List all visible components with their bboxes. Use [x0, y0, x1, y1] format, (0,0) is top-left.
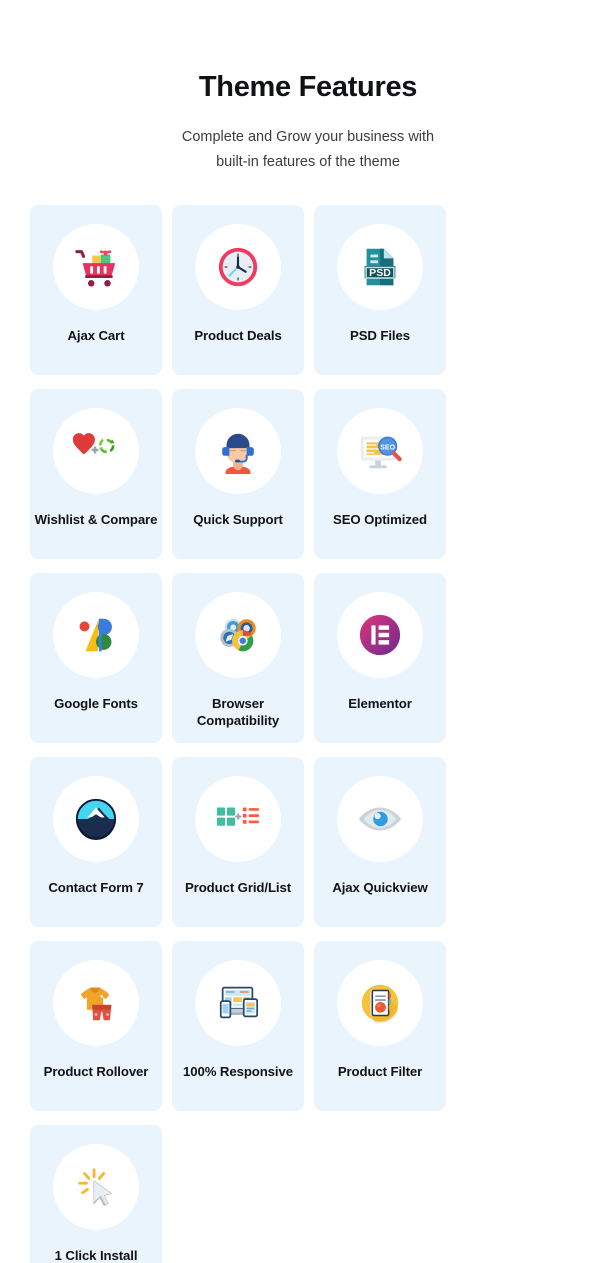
feature-card[interactable]: Wishlist & Compare — [30, 388, 162, 559]
contact-form-7-mountain-icon — [75, 798, 117, 840]
eye-icon — [358, 807, 402, 831]
feature-icon-circle: SEO — [337, 407, 423, 494]
feature-label: Ajax Quickview — [332, 879, 428, 895]
page-subtitle-line-2: built-in features of the theme — [216, 153, 400, 170]
click-cursor-icon — [78, 1167, 112, 1206]
page-header: Theme Features Complete and Grow your bu… — [0, 0, 616, 175]
feature-label: Elementor — [348, 695, 412, 711]
feature-icon-circle — [195, 591, 281, 678]
feature-icon-circle — [195, 223, 281, 310]
feature-card[interactable]: Product Rollover — [30, 940, 162, 1111]
feature-icon-circle — [195, 775, 281, 862]
page-title: Theme Features — [198, 71, 418, 103]
feature-label: Product Deals — [194, 327, 282, 343]
shopping-cart-icon — [75, 249, 116, 287]
feature-icon-circle — [53, 959, 139, 1046]
feature-card[interactable]: Browser Compatibility — [172, 572, 304, 743]
feature-icon-circle — [337, 775, 423, 862]
feature-card[interactable]: PSD PSD Files — [314, 204, 446, 375]
feature-label: Google Fonts — [54, 695, 138, 711]
feature-icon-circle: PSD — [337, 223, 423, 310]
feature-card[interactable]: Elementor — [314, 572, 446, 743]
headset-agent-icon — [222, 433, 254, 474]
feature-card[interactable]: Ajax Cart — [30, 204, 162, 375]
feature-label: Wishlist & Compare — [34, 511, 158, 527]
clock-icon — [218, 247, 258, 286]
feature-label: 1 Click Install — [54, 1247, 138, 1263]
feature-label: Quick Support — [193, 511, 283, 527]
google-fonts-icon — [79, 618, 112, 651]
psd-file-icon: PSD — [364, 248, 396, 285]
feature-card[interactable]: 100% Responsive — [172, 940, 304, 1111]
feature-icon-circle — [337, 959, 423, 1046]
svg-text:SEO: SEO — [380, 443, 395, 451]
feature-card[interactable]: 1 Click Install — [30, 1124, 162, 1263]
elementor-icon — [359, 614, 401, 655]
grid-plus-list-icon — [216, 807, 260, 826]
page-subtitle-line-1: Complete and Grow your business with — [181, 128, 435, 145]
feature-label: Browser Compatibility — [196, 695, 280, 729]
feature-icon-circle — [53, 223, 139, 310]
feature-label: Product Grid/List — [184, 879, 291, 895]
browsers-cluster-icon — [220, 618, 256, 651]
feature-icon-circle — [337, 591, 423, 678]
heart-plus-refresh-icon — [73, 432, 115, 455]
feature-icon-circle — [195, 407, 281, 494]
feature-label: PSD Files — [350, 327, 410, 343]
responsive-devices-icon — [219, 986, 259, 1018]
page-subtitle: Complete and Grow your business with bui… — [0, 125, 616, 175]
feature-card[interactable]: Google Fonts — [30, 572, 162, 743]
feature-card[interactable]: SEO SEO Optimized — [314, 388, 446, 559]
feature-icon-circle — [195, 959, 281, 1046]
feature-card[interactable]: Product Grid/List — [172, 756, 304, 927]
feature-label: Product Rollover — [43, 1063, 149, 1079]
tshirt-shorts-icon — [80, 987, 112, 1020]
feature-label: Contact Form 7 — [48, 879, 144, 895]
filter-document-icon — [361, 984, 399, 1023]
feature-card[interactable]: Product Deals — [172, 204, 304, 375]
feature-grid: Ajax Cart Product Deals PSD PSD Files Wi… — [30, 204, 586, 1263]
feature-icon-circle — [53, 591, 139, 678]
feature-card[interactable]: Quick Support — [172, 388, 304, 559]
feature-card[interactable]: Ajax Quickview — [314, 756, 446, 927]
svg-text:PSD: PSD — [369, 267, 391, 279]
feature-icon-circle — [53, 407, 139, 494]
feature-icon-circle — [53, 1143, 139, 1230]
feature-label: Product Filter — [337, 1063, 423, 1079]
feature-card[interactable]: Contact Form 7 — [30, 756, 162, 927]
feature-label: 100% Responsive — [183, 1063, 293, 1079]
feature-label: Ajax Cart — [67, 327, 125, 343]
theme-features-page: Theme Features Complete and Grow your bu… — [0, 0, 616, 1263]
seo-monitor-magnifier-icon: SEO — [360, 436, 402, 468]
feature-label: SEO Optimized — [333, 511, 427, 527]
feature-icon-circle — [53, 775, 139, 862]
feature-card[interactable]: Product Filter — [314, 940, 446, 1111]
